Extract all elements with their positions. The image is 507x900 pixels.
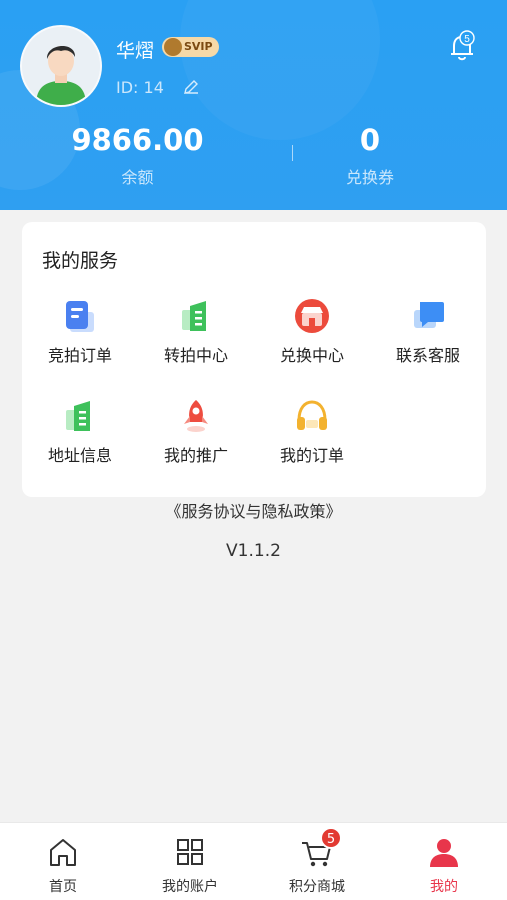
service-label: 联系客服: [395, 346, 460, 365]
service-label: 转拍中心: [163, 346, 228, 365]
resale-center-icon: [178, 298, 214, 334]
balance-label: 余额: [121, 168, 154, 187]
home-icon: [46, 835, 80, 869]
rocket-icon: [178, 398, 214, 434]
service-auction-orders[interactable]: 竞拍订单: [22, 298, 138, 366]
stats-divider: [292, 145, 293, 161]
coupons-block[interactable]: 0 兑换券: [320, 122, 420, 188]
balance-block[interactable]: 9866.00 余额: [40, 122, 235, 188]
tab-label: 我的: [430, 879, 458, 895]
service-label: 兑换中心: [279, 346, 344, 365]
address-icon: [62, 398, 98, 434]
service-customer-service[interactable]: 联系客服: [370, 298, 486, 366]
balance-value: 9866.00: [71, 123, 204, 157]
header-decoration: [180, 0, 380, 140]
tab-my-account[interactable]: 我的账户: [127, 835, 253, 896]
notification-bell-icon[interactable]: 5: [448, 30, 476, 62]
avatar[interactable]: [20, 25, 102, 107]
tab-points-mall[interactable]: 5 积分商城: [254, 827, 380, 896]
coupons-label: 兑换券: [345, 168, 394, 187]
service-resale-center[interactable]: 转拍中心: [138, 298, 254, 366]
headphones-icon: [294, 398, 330, 434]
crown-icon: [164, 38, 182, 56]
cart-icon: 5: [300, 827, 342, 869]
bottom-tab-bar: 首页 我的账户 5 积分商城 我的: [0, 822, 507, 900]
person-icon: [427, 835, 461, 869]
policy-link[interactable]: 《服务协议与隐私政策》: [0, 498, 507, 522]
grid-icon: [173, 835, 207, 869]
service-my-orders[interactable]: 我的订单: [254, 398, 370, 466]
services-title: 我的服务: [42, 250, 119, 272]
service-address-info[interactable]: 地址信息: [22, 398, 138, 466]
cart-badge: 5: [320, 827, 342, 849]
app-version: V1.1.2: [226, 541, 281, 561]
coupons-value: 0: [359, 123, 381, 157]
tab-label: 积分商城: [289, 879, 345, 895]
user-id: ID: 14: [116, 78, 164, 97]
service-my-promotion[interactable]: 我的推广: [138, 398, 254, 466]
tab-home[interactable]: 首页: [0, 835, 126, 896]
auction-order-icon: [62, 298, 98, 334]
tab-mine[interactable]: 我的: [381, 835, 507, 896]
service-label: 我的订单: [279, 446, 344, 465]
customer-service-icon: [410, 298, 446, 334]
vip-badge: SVIP: [162, 37, 219, 57]
profile-header: 华熠 SVIP ID: 14 5 9866.00 余额 0 兑换券: [0, 0, 507, 210]
services-card: 我的服务 竞拍订单 转拍中心 兑换中心 联系客服 地址信息 我的推广 我的订单: [22, 222, 486, 497]
service-label: 地址信息: [47, 446, 112, 465]
notification-count: 5: [464, 34, 470, 45]
tab-label: 首页: [49, 879, 77, 895]
service-label: 竞拍订单: [47, 346, 112, 365]
exchange-center-icon: [294, 298, 330, 334]
vip-label: SVIP: [184, 40, 213, 53]
username: 华熠: [116, 40, 155, 62]
edit-icon[interactable]: [182, 78, 200, 96]
service-label: 我的推广: [163, 446, 228, 465]
tab-label: 我的账户: [162, 879, 218, 895]
service-exchange-center[interactable]: 兑换中心: [254, 298, 370, 366]
